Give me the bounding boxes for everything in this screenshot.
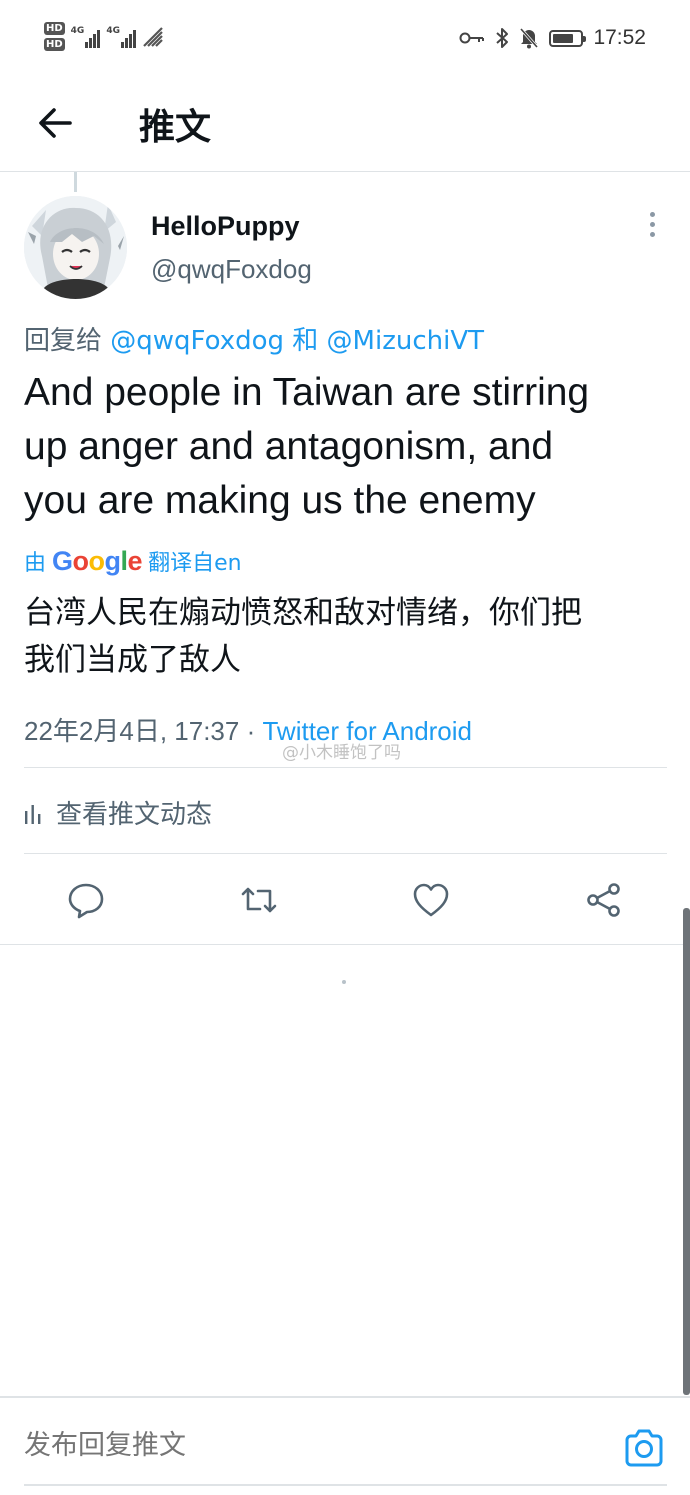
tweet-meta: 22年2月4日, 17:37 · Twitter for Android	[24, 711, 472, 748]
reply-icon[interactable]	[67, 881, 105, 919]
reply-prefix: 回复给	[24, 326, 103, 356]
view-activity-label: 查看推文动态	[56, 800, 213, 830]
google-logo: Google	[52, 545, 143, 576]
watermark: @小木睡饱了吗	[282, 743, 401, 763]
composer-underline	[24, 1484, 667, 1486]
thread-line	[74, 172, 77, 192]
bell-muted-icon	[520, 28, 539, 49]
tweet-text-line: up anger and antagonism, and	[24, 425, 554, 468]
status-bar-right: 17:52	[459, 26, 646, 50]
reply-composer	[0, 1396, 690, 1495]
reply-input[interactable]	[24, 1430, 366, 1461]
reply-to-line: 回复给 @qwqFoxdog 和 @MizuchiVT	[24, 320, 484, 357]
translated-suffix: 翻译自en	[148, 551, 242, 576]
user-handle[interactable]: @qwqFoxdog	[151, 254, 312, 285]
bluetooth-icon	[496, 28, 509, 48]
view-activity-button[interactable]: 查看推文动态	[24, 794, 212, 831]
clock: 17:52	[593, 26, 646, 49]
signal-icon: 4G	[106, 22, 136, 48]
tweet-text: And people in Taiwan are stirring up ang…	[24, 366, 664, 528]
top-app-bar: 推文	[0, 80, 690, 172]
hd-badge: HD	[44, 38, 65, 51]
reply-conjunction: 和	[292, 326, 319, 356]
wifi-icon	[143, 27, 163, 47]
status-bar: HD HD 4G 4G 17:52	[0, 0, 690, 80]
signal-icon: 4G	[71, 22, 101, 48]
status-bar-left: HD HD 4G 4G	[44, 22, 164, 51]
translated-prefix: 由	[24, 551, 47, 576]
translated-text-line: 台湾人民在煽动愤怒和敌对情绪，你们把	[24, 595, 582, 631]
retweet-icon[interactable]	[240, 881, 278, 919]
share-icon[interactable]	[585, 881, 623, 919]
camera-icon[interactable]	[623, 1428, 665, 1468]
tweet-text-line: you are making us the enemy	[24, 479, 536, 522]
translated-text: 台湾人民在煽动愤怒和敌对情绪，你们把 我们当成了敌人	[24, 590, 664, 684]
mention-link[interactable]: @MizuchiVT	[327, 326, 484, 356]
tweet-text-line: And people in Taiwan are stirring	[24, 371, 590, 414]
battery-icon	[549, 29, 587, 47]
hd-badge: HD	[44, 22, 65, 35]
divider	[24, 853, 667, 854]
like-icon[interactable]	[412, 881, 450, 919]
display-name[interactable]: HelloPuppy	[151, 211, 300, 242]
divider	[24, 767, 667, 768]
page-title: 推文	[139, 107, 212, 148]
bar-chart-icon	[25, 804, 41, 824]
translated-text-line: 我们当成了敌人	[24, 642, 241, 678]
tweet-timestamp: 22年2月4日, 17:37 ·	[24, 716, 263, 746]
avatar-image	[24, 196, 127, 299]
key-icon	[459, 32, 485, 44]
avatar[interactable]	[24, 196, 127, 299]
arrow-left-icon[interactable]	[36, 104, 74, 142]
mention-link[interactable]: @qwqFoxdog	[110, 326, 284, 356]
loading-indicator	[342, 980, 346, 984]
translation-attribution[interactable]: 由 Google 翻译自en	[24, 545, 242, 577]
scrollbar[interactable]	[683, 908, 690, 1395]
more-options-icon[interactable]	[640, 212, 664, 242]
tweet-actions	[0, 855, 690, 945]
